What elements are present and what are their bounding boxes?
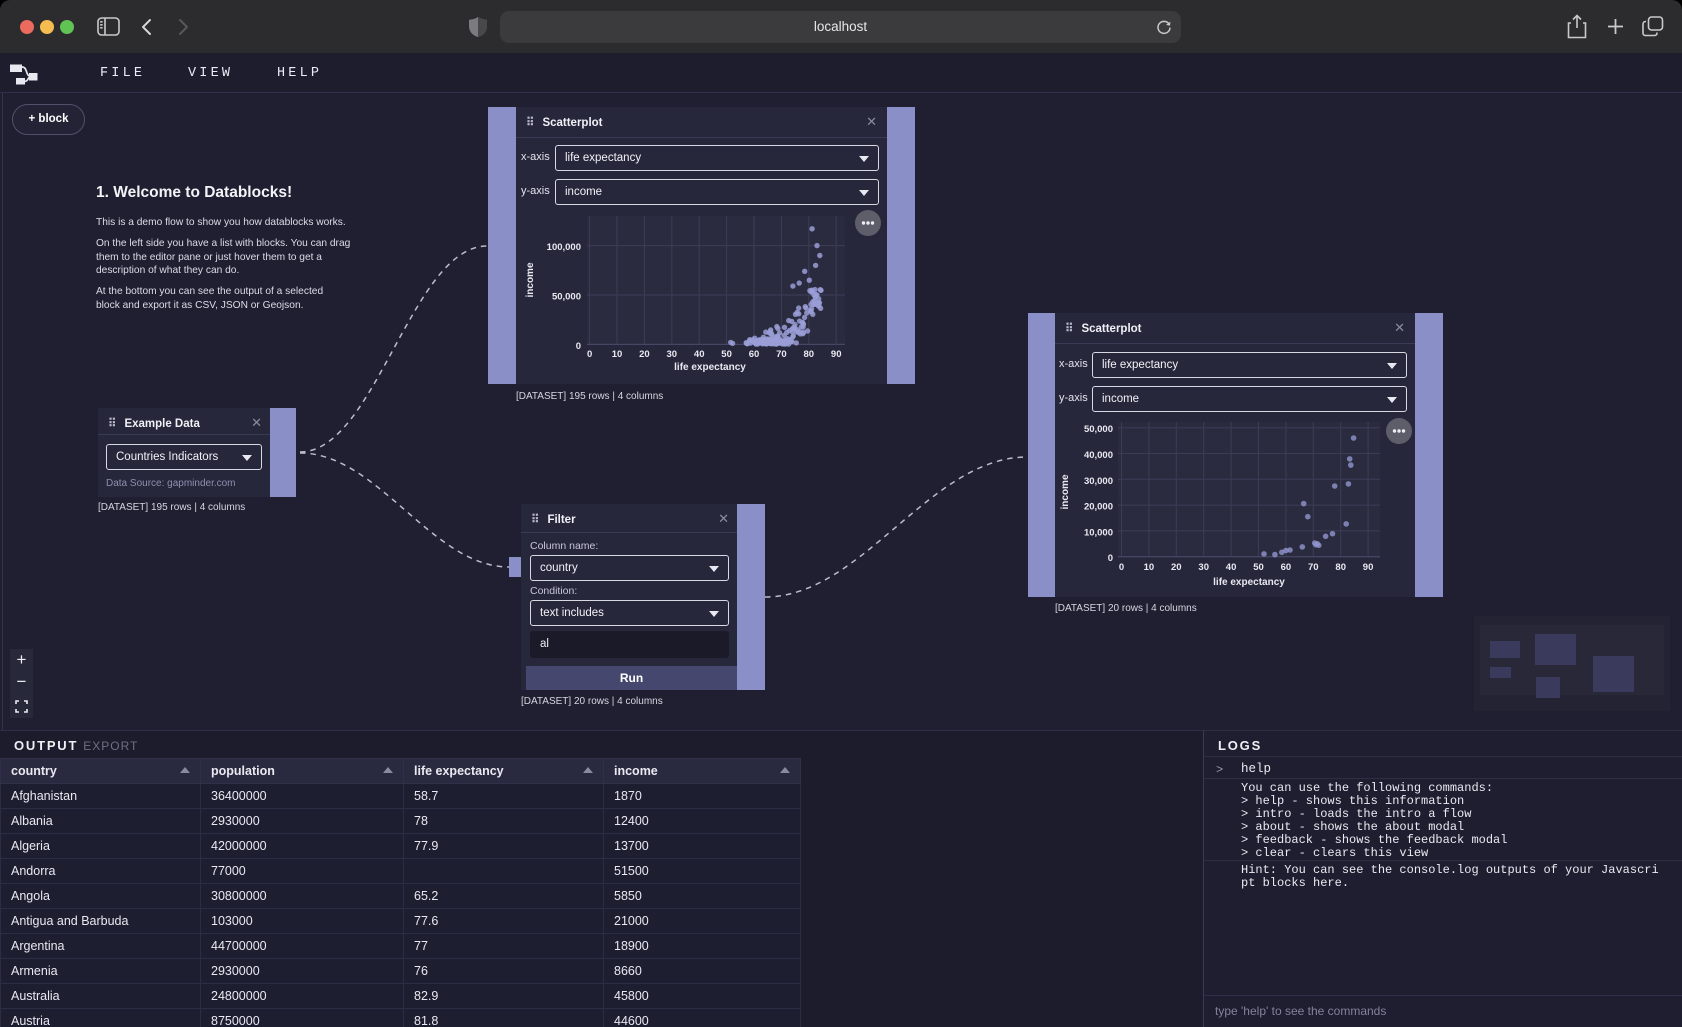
svg-text:30: 30: [1198, 562, 1209, 573]
svg-text:60: 60: [1281, 562, 1292, 573]
svg-text:life expectancy: life expectancy: [674, 362, 746, 373]
svg-text:income: income: [525, 262, 536, 297]
svg-text:20,000: 20,000: [1084, 502, 1113, 513]
svg-text:80: 80: [804, 349, 815, 360]
svg-text:50,000: 50,000: [552, 292, 581, 303]
svg-text:life expectancy: life expectancy: [1213, 577, 1285, 588]
svg-text:0: 0: [1108, 553, 1113, 564]
svg-text:income: income: [1060, 474, 1071, 509]
svg-text:0: 0: [587, 349, 592, 360]
svg-text:90: 90: [1363, 562, 1374, 573]
svg-text:70: 70: [776, 349, 787, 360]
svg-text:60: 60: [749, 349, 760, 360]
svg-text:50,000: 50,000: [1084, 424, 1113, 435]
svg-text:40: 40: [1226, 562, 1237, 573]
svg-text:10: 10: [612, 349, 623, 360]
svg-text:70: 70: [1308, 562, 1319, 573]
svg-text:40: 40: [694, 349, 705, 360]
svg-text:20: 20: [639, 349, 650, 360]
svg-text:0: 0: [576, 341, 581, 352]
svg-text:50: 50: [1253, 562, 1264, 573]
svg-text:10,000: 10,000: [1084, 527, 1113, 538]
svg-text:20: 20: [1171, 562, 1182, 573]
svg-text:10: 10: [1144, 562, 1155, 573]
svg-text:50: 50: [721, 349, 732, 360]
svg-text:30,000: 30,000: [1084, 476, 1113, 487]
svg-text:100,000: 100,000: [547, 242, 581, 253]
svg-text:0: 0: [1119, 562, 1124, 573]
svg-text:40,000: 40,000: [1084, 450, 1113, 461]
svg-text:80: 80: [1335, 562, 1346, 573]
svg-text:30: 30: [667, 349, 678, 360]
svg-text:90: 90: [831, 349, 842, 360]
